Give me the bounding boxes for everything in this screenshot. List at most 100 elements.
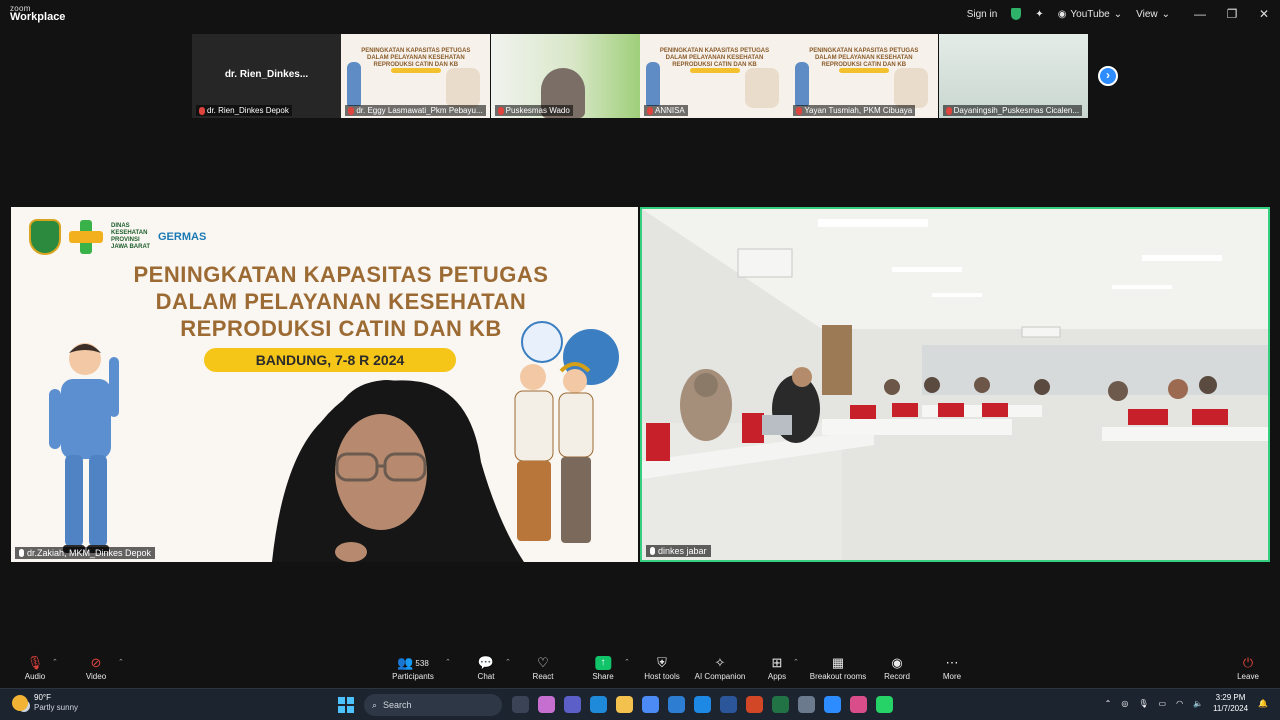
sparkle-icon: ✧ [714, 655, 726, 670]
wifi-icon[interactable]: ◠ [1176, 699, 1183, 708]
close-button[interactable]: ✕ [1248, 7, 1280, 21]
whatsapp-icon[interactable] [876, 696, 893, 713]
video-off-icon: ⊘ [90, 655, 102, 670]
leave-button[interactable]: ⏻ Leave [1237, 654, 1259, 681]
classroom-video [642, 209, 1268, 560]
windows-taskbar: 90°F Partly sunny ⌕ Search ⌃ ◎ 🎙 ▭ ◠ 🔈 3… [0, 688, 1280, 720]
video-options-caret[interactable]: ⌃ [118, 658, 124, 666]
share-button[interactable]: ↑ Share [592, 654, 614, 681]
jabar-seal-logo [29, 219, 61, 255]
participants-button[interactable]: 👥 538 Participants [392, 654, 434, 681]
gallery-next-button[interactable]: › [1098, 66, 1118, 86]
participant-tile[interactable]: PENINGKATAN KAPASITAS PETUGAS DALAM PELA… [639, 34, 789, 118]
chevron-up-icon[interactable]: ⌃ [1105, 699, 1112, 708]
mic-muted-icon [796, 106, 803, 115]
heart-icon: ♡ [537, 655, 549, 670]
chevron-right-icon: › [1106, 68, 1110, 82]
chevron-down-icon: ⌄ [1113, 8, 1123, 20]
notification-bell-icon[interactable]: 🔔 [1258, 699, 1268, 708]
windows-start-icon[interactable] [338, 697, 354, 713]
slide-title-line: PENINGKATAN KAPASITAS PETUGAS [133, 262, 549, 287]
apps-caret[interactable]: ⌃ [793, 658, 799, 666]
participant-tile[interactable]: PENINGKATAN KAPASITAS PETUGAS DALAM PELA… [789, 34, 939, 118]
mic-muted-icon [199, 106, 205, 115]
video-button[interactable]: ⊘ Video [86, 654, 106, 681]
ai-companion-button[interactable]: ✧ AI Companion [695, 654, 746, 681]
speaker-video-left[interactable]: DINAS KESEHATAN PROVINSI JAWA BARAT GERM… [11, 207, 638, 562]
breakout-rooms-button[interactable]: ▦ Breakout rooms [810, 654, 866, 681]
mini-slide-title: PENINGKATAN KAPASITAS PETUGAS DALAM PELA… [809, 48, 919, 68]
participant-tile[interactable]: PENINGKATAN KAPASITAS PETUGAS DALAM PELA… [341, 34, 491, 118]
share-caret[interactable]: ⌃ [624, 658, 630, 666]
participant-caption: dr. Rien_Dinkes Depok [196, 105, 292, 116]
view-menu[interactable]: View ⌄ [1136, 9, 1170, 20]
word-icon[interactable] [720, 696, 737, 713]
chat-icon: 💬 [477, 655, 495, 670]
task-view-icon[interactable] [512, 696, 529, 713]
weather-widget[interactable]: 90°F Partly sunny [12, 693, 78, 713]
participant-tile[interactable]: dr. Rien_Dinkes... dr. Rien_Dinkes Depok [192, 34, 341, 118]
doctor-illustration [645, 62, 660, 106]
participant-caption: dr. Eggy Lasmawati_Pkm Pebayu... [345, 105, 486, 116]
mic-icon[interactable]: 🎙 [1138, 699, 1148, 708]
participants-count: 538 [415, 658, 429, 668]
copilot-icon[interactable] [538, 696, 555, 713]
zoom-logo: zoom Workplace [10, 4, 65, 23]
clock-time: 3:29 PM [1215, 693, 1246, 702]
excel-icon[interactable] [772, 696, 789, 713]
volume-icon[interactable]: 🔈 [1193, 699, 1203, 708]
livestream-menu[interactable]: ◉ YouTube ⌄ [1058, 9, 1122, 20]
snipping-tool-icon[interactable] [850, 696, 867, 713]
file-explorer-icon[interactable] [616, 696, 633, 713]
minimize-button[interactable]: — [1184, 7, 1216, 21]
active-speaker-caption: dinkes jabar [646, 545, 711, 557]
sparkle-icon[interactable]: ✦ [1035, 9, 1043, 20]
active-speaker-video[interactable]: dinkes jabar [640, 207, 1270, 562]
slide-title-line: DALAM PELAYANAN KESEHATAN [155, 289, 527, 314]
record-button[interactable]: ◉ Record [884, 654, 910, 681]
audio-button[interactable]: 🎙 Audio [25, 654, 45, 681]
battery-icon[interactable]: ▭ [1159, 699, 1167, 708]
edge-icon[interactable] [590, 696, 607, 713]
chat-caret[interactable]: ⌃ [505, 658, 511, 666]
restore-button[interactable]: ❐ [1216, 7, 1248, 21]
couple-illustration [894, 68, 929, 108]
security-shield-icon[interactable] [1011, 8, 1022, 20]
chrome-icon[interactable] [642, 696, 659, 713]
participant-caption: ANNISA [643, 105, 688, 116]
signin-link[interactable]: Sign in [967, 9, 998, 20]
more-dots-icon: ⋯ [945, 655, 959, 670]
speaker-video [272, 380, 525, 562]
participant-tile[interactable]: Puskesmas Wado [490, 34, 640, 118]
store-icon[interactable] [668, 696, 685, 713]
react-button[interactable]: ♡ React [533, 654, 554, 681]
weather-temp: 90°F [34, 693, 51, 702]
mic-icon [19, 549, 24, 557]
clock-date: 11/7/2024 [1213, 704, 1249, 713]
participants-caret[interactable]: ⌃ [445, 658, 451, 666]
powerpoint-icon[interactable] [746, 696, 763, 713]
participant-tile[interactable]: Dayaningsih_Puskesmas Cicalen... [938, 34, 1088, 118]
teams-icon[interactable] [564, 696, 581, 713]
health-cross-logo [69, 220, 103, 254]
calculator-icon[interactable] [798, 696, 815, 713]
livestream-icon: ◉ [1057, 8, 1067, 20]
title-bar: zoom Workplace Sign in ✦ ◉ YouTube ⌄ Vie… [0, 0, 1280, 28]
mini-date-pill [839, 68, 890, 73]
more-button[interactable]: ⋯ More [943, 654, 961, 681]
system-tray: ⌃ ◎ 🎙 ▭ ◠ 🔈 3:29 PM 11/7/2024 🔔 [1105, 692, 1268, 714]
mic-muted-icon [348, 106, 355, 115]
mail-icon[interactable] [694, 696, 711, 713]
zoom-icon[interactable] [824, 696, 841, 713]
host-tools-button[interactable]: ⛨ Host tools [644, 654, 680, 681]
taskbar-search[interactable]: ⌕ Search [364, 694, 502, 716]
chat-button[interactable]: 💬 Chat [478, 654, 495, 681]
audio-options-caret[interactable]: ⌃ [52, 658, 58, 666]
network-icon[interactable]: ◎ [1121, 699, 1128, 708]
leave-icon: ⏻ [1242, 655, 1254, 670]
clock[interactable]: 3:29 PM 11/7/2024 [1213, 692, 1248, 714]
more-label: More [942, 672, 962, 681]
leave-label: Leave [1237, 672, 1259, 681]
apps-button[interactable]: ⊞ Apps [768, 654, 786, 681]
couple-illustration [744, 68, 779, 108]
